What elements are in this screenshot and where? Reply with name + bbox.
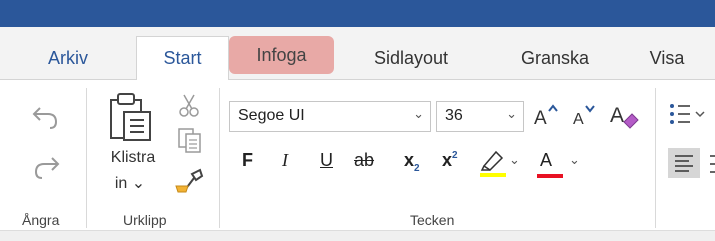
- font-color-button[interactable]: A: [540, 150, 552, 171]
- group-label-clipboard: Urklipp: [123, 212, 167, 228]
- underline-button[interactable]: U: [320, 150, 333, 171]
- superscript-base: x: [442, 150, 453, 170]
- superscript-button[interactable]: x2: [442, 150, 458, 171]
- chevron-down-icon[interactable]: ⌄: [509, 152, 520, 168]
- ribbon-bottom-edge: [0, 230, 715, 241]
- chevron-down-icon: ⌄: [506, 106, 517, 121]
- svg-text:A: A: [534, 108, 547, 128]
- subscript-button[interactable]: x2: [404, 150, 420, 174]
- italic-button[interactable]: I: [282, 150, 288, 171]
- redo-icon[interactable]: [30, 152, 62, 180]
- grow-font-icon[interactable]: A: [532, 102, 562, 128]
- undo-icon[interactable]: [30, 102, 62, 130]
- paste-dropdown-label[interactable]: in ⌄: [103, 173, 157, 193]
- tab-sidlayout[interactable]: Sidlayout: [356, 39, 466, 77]
- tab-visa[interactable]: Visa: [630, 39, 704, 77]
- font-size-dropdown[interactable]: 36 ⌄: [436, 101, 524, 132]
- cut-icon[interactable]: [176, 92, 202, 118]
- align-left-button[interactable]: [668, 148, 700, 178]
- chevron-down-icon: ⌄: [413, 106, 424, 121]
- font-name-dropdown[interactable]: Segoe UI ⌄: [229, 101, 431, 132]
- bold-button[interactable]: F: [242, 150, 253, 171]
- font-size-value: 36: [445, 107, 463, 124]
- font-color-swatch: [537, 174, 563, 178]
- group-label-font: Tecken: [410, 212, 455, 228]
- highlighter-icon[interactable]: [478, 146, 508, 178]
- align-left-icon: [675, 155, 693, 172]
- tab-granska[interactable]: Granska: [500, 39, 610, 77]
- group-separator: [655, 88, 656, 228]
- superscript-mark: 2: [452, 150, 458, 161]
- align-center-icon: [710, 155, 715, 173]
- font-name-value: Segoe UI: [238, 107, 305, 124]
- subscript-base: x: [404, 150, 415, 170]
- strikethrough-button[interactable]: ab: [354, 150, 374, 171]
- chevron-down-icon[interactable]: ⌄: [569, 152, 580, 168]
- format-painter-icon[interactable]: [174, 166, 204, 194]
- group-separator: [86, 88, 87, 228]
- shrink-font-icon[interactable]: A: [570, 102, 600, 128]
- title-bar: [0, 0, 715, 27]
- bullets-icon[interactable]: [668, 102, 708, 126]
- svg-text:A: A: [610, 104, 624, 127]
- align-center-button-partial[interactable]: [708, 150, 715, 178]
- svg-text:A: A: [573, 111, 584, 128]
- clear-formatting-icon[interactable]: A: [608, 100, 642, 130]
- paste-button-label[interactable]: Klistra: [103, 149, 163, 167]
- tab-arkiv[interactable]: Arkiv: [28, 39, 108, 77]
- subscript-mark: 2: [414, 163, 420, 174]
- group-label-undo: Ångra: [22, 212, 60, 228]
- paste-icon[interactable]: [108, 90, 158, 144]
- copy-icon[interactable]: [176, 126, 204, 154]
- group-separator: [219, 88, 220, 228]
- tab-infoga[interactable]: Infoga: [229, 36, 334, 74]
- tab-start[interactable]: Start: [136, 36, 229, 81]
- ribbon-tab-bar: Arkiv Start Infoga Sidlayout Granska Vis…: [0, 27, 715, 81]
